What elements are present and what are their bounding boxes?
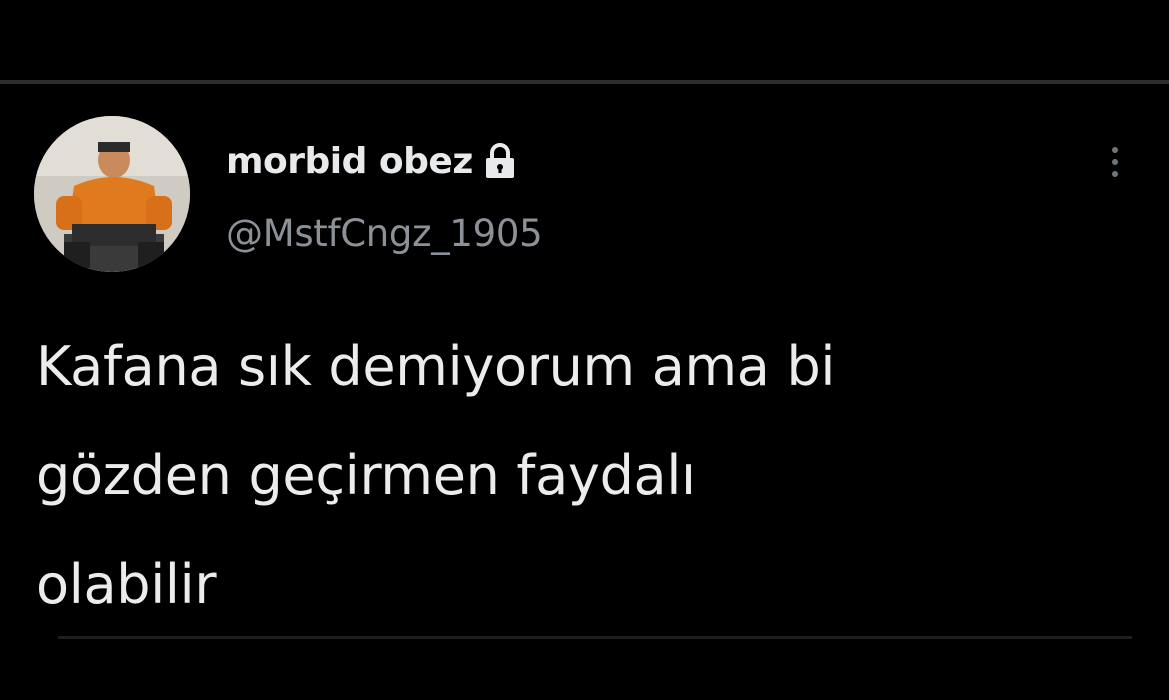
tweet-text-line: Kafana sık demiyorum ama bi bbox=[36, 335, 836, 398]
display-name[interactable]: morbid obez bbox=[226, 141, 473, 182]
bottom-divider bbox=[58, 636, 1132, 639]
user-handle[interactable]: @MstfCngz_1905 bbox=[226, 212, 543, 255]
avatar-photo-icon bbox=[34, 116, 190, 272]
more-options-button[interactable] bbox=[1100, 138, 1130, 186]
tweet-text-line: gözden geçirmen faydalı bbox=[36, 444, 696, 507]
more-vertical-icon bbox=[1112, 147, 1118, 177]
lock-icon bbox=[483, 143, 517, 179]
avatar[interactable] bbox=[34, 116, 190, 272]
display-name-row: morbid obez bbox=[226, 136, 517, 186]
tweet-text-line: olabilir bbox=[36, 553, 217, 616]
tweet-text: Kafana sık demiyorum ama bi gözden geçir… bbox=[36, 312, 1146, 639]
